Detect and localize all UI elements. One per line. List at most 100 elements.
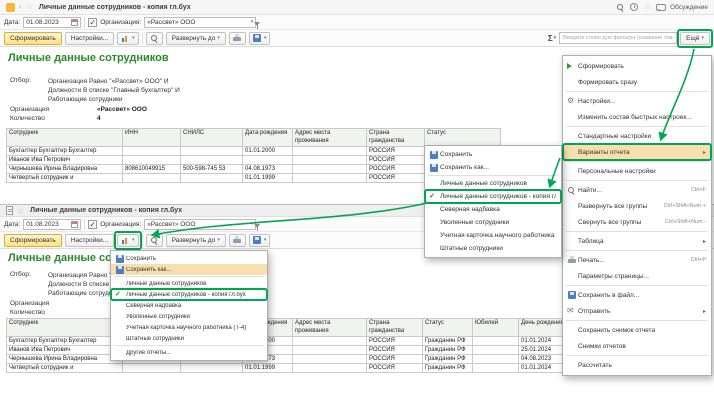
table-cell[interactable]: [473, 346, 519, 355]
table-cell[interactable]: РОССИЯ: [367, 346, 423, 355]
expand-to-button[interactable]: Развернуть до ▾: [166, 32, 226, 45]
submenu-item-variant-dismissed[interactable]: Уволенные сотрудники: [425, 216, 561, 229]
save-export-button[interactable]: ▾: [249, 234, 271, 247]
favorites-icon[interactable]: ☆: [644, 3, 651, 11]
menu-item-variant-personal-data-copy[interactable]: ✓Личные данные сотрудников - копия гл.бу…: [111, 289, 267, 300]
menu-item-print[interactable]: Печать...Ctrl+P: [563, 252, 711, 268]
menu-item-edit-quick-settings[interactable]: Изменить состав быстрых настроек...: [563, 109, 711, 125]
table-cell[interactable]: [123, 156, 181, 165]
menu-item-page-setup[interactable]: Параметры страницы...: [563, 268, 711, 284]
table-cell[interactable]: Бухгалтер Бухгалтер Бухгалтер: [7, 337, 123, 346]
org-select[interactable]: «Рассвет» ООО ▾: [144, 17, 256, 28]
table-cell[interactable]: Гражданин РФ: [423, 346, 473, 355]
filter-funnel-icon[interactable]: [253, 21, 262, 30]
menu-item-report-variants[interactable]: Варианты отчета▸: [563, 144, 711, 160]
menu-item-save-report-snapshot[interactable]: Сохранить снимок отчета: [563, 322, 711, 338]
calendar-icon[interactable]: [71, 19, 78, 26]
table-cell[interactable]: 500-598-745 53: [181, 165, 243, 174]
table-cell[interactable]: [123, 364, 181, 373]
quick-filter-input[interactable]: [559, 32, 677, 44]
menu-item-personal-settings[interactable]: Персональные настройки: [563, 163, 711, 179]
menu-item-send[interactable]: ✉Отправить▸: [563, 303, 711, 319]
table-cell[interactable]: 01.01.1999: [243, 364, 293, 373]
search-button[interactable]: [146, 32, 163, 45]
menu-item-variant-northern-bonus[interactable]: Северная надбавка: [111, 300, 267, 311]
report-variants-button[interactable]: ▾: [117, 234, 139, 247]
filter-funnel-icon[interactable]: [253, 223, 262, 232]
history-icon[interactable]: [630, 3, 639, 12]
submenu-item-variant-personal-data-copy[interactable]: ✓Личные данные сотрудников - копия гл.бу…: [425, 190, 561, 203]
favorite-star-icon[interactable]: ☆: [26, 3, 33, 11]
table-cell[interactable]: [243, 156, 293, 165]
generate-button[interactable]: Сформировать: [4, 234, 62, 247]
menu-item-generate-immediately[interactable]: Формировать сразу: [563, 74, 711, 90]
table-cell[interactable]: 01.01.1999: [243, 174, 293, 183]
menu-item-save[interactable]: Сохранить: [111, 253, 267, 264]
table-cell[interactable]: 01.01.2000: [243, 147, 293, 156]
table-cell[interactable]: Гражданин РФ: [423, 364, 473, 373]
date-input[interactable]: 01.08.2023: [23, 219, 81, 230]
menu-item-expand-all-groups[interactable]: Развернуть все группыCtrl+Shift+Num +: [563, 198, 711, 214]
org-checkbox[interactable]: ✓: [88, 220, 97, 229]
more-button[interactable]: Ещё ▾: [680, 32, 710, 45]
settings-button[interactable]: Настройки...: [65, 234, 114, 247]
table-cell[interactable]: [473, 355, 519, 364]
submenu-item-variant-t4-card[interactable]: Учетная карточка научного работника (Т-4…: [425, 229, 561, 242]
table-cell[interactable]: [473, 364, 519, 373]
table-cell[interactable]: Гражданин РФ: [423, 337, 473, 346]
submenu-item-variant-staff[interactable]: Штатные сотрудники: [425, 242, 561, 255]
table-cell[interactable]: [293, 346, 367, 355]
menu-item-variant-dismissed[interactable]: Уволенные сотрудники: [111, 311, 267, 322]
menu-item-collapse-all-groups[interactable]: Свернуть все группыCtrl+Shift+Num -: [563, 214, 711, 230]
menu-item-other-reports[interactable]: Другие отчеты...: [111, 347, 267, 358]
menu-item-variant-personal-data[interactable]: Личные данные сотрудников: [111, 278, 267, 289]
sum-button[interactable]: Σ▾: [548, 34, 556, 43]
search-button[interactable]: [146, 234, 163, 247]
table-cell[interactable]: 808610049915: [123, 165, 181, 174]
table-cell[interactable]: РОССИЯ: [367, 337, 423, 346]
favorite-star-icon[interactable]: ☆: [17, 207, 24, 215]
menu-item-settings[interactable]: ⚙Настройки...: [563, 93, 711, 109]
table-cell[interactable]: [181, 364, 243, 373]
table-cell[interactable]: [293, 156, 367, 165]
print-button[interactable]: [229, 234, 246, 247]
discussion-label[interactable]: Обсуждение: [670, 4, 708, 11]
table-cell[interactable]: РОССИЯ: [367, 165, 425, 174]
table-cell[interactable]: РОССИЯ: [367, 355, 423, 364]
table-cell[interactable]: Четвертый сотрудник и: [7, 364, 123, 373]
date-input[interactable]: 01.08.2023: [23, 17, 81, 28]
settings-button[interactable]: Настройки...: [65, 32, 114, 45]
menu-item-report-snapshots[interactable]: Снимки отчетов: [563, 338, 711, 354]
menu-item-variant-staff[interactable]: Штатные сотрудники: [111, 333, 267, 344]
table-cell[interactable]: 04.08.1973: [243, 165, 293, 174]
calendar-icon[interactable]: [71, 221, 78, 228]
table-cell[interactable]: РОССИЯ: [367, 156, 425, 165]
report-variants-button[interactable]: ▾: [117, 32, 139, 45]
table-cell[interactable]: Четвертый сотрудник и: [7, 174, 123, 183]
table-cell[interactable]: Бухгалтер Бухгалтер Бухгалтер: [7, 147, 123, 156]
table-cell[interactable]: [293, 147, 367, 156]
table-cell[interactable]: [181, 147, 243, 156]
table-cell[interactable]: [293, 174, 367, 183]
table-cell[interactable]: Чернышева Ирина Владировна: [7, 355, 123, 364]
menu-item-variant-t4-card[interactable]: Учетная карточка научного работника (Т-4…: [111, 322, 267, 333]
table-cell[interactable]: [293, 364, 367, 373]
menu-item-generate[interactable]: Сформировать: [563, 58, 711, 74]
submenu-item-save-as[interactable]: Сохранить как...: [425, 161, 561, 174]
table-cell[interactable]: РОССИЯ: [367, 147, 425, 156]
expand-to-button[interactable]: Развернуть до ▾: [166, 234, 226, 247]
menu-item-calculate[interactable]: Рассчитать: [563, 357, 711, 373]
table-cell[interactable]: Гражданин РФ: [423, 355, 473, 364]
table-cell[interactable]: Иванов Ива Петрович: [7, 156, 123, 165]
discussion-icon[interactable]: [656, 3, 665, 12]
submenu-item-variant-northern-bonus[interactable]: Северная надбавка: [425, 203, 561, 216]
table-cell[interactable]: [293, 355, 367, 364]
menu-item-standard-settings[interactable]: Стандартные настройки: [563, 128, 711, 144]
table-cell[interactable]: [123, 147, 181, 156]
org-select[interactable]: «Рассвет» ООО ▾: [144, 219, 256, 230]
submenu-item-variant-personal-data[interactable]: Личные данные сотрудников: [425, 177, 561, 190]
menu-item-save-to-file[interactable]: Сохранить в файл...: [563, 287, 711, 303]
back-icon[interactable]: ‹: [19, 3, 22, 11]
table-cell[interactable]: [181, 174, 243, 183]
app-logo-icon[interactable]: [6, 3, 15, 12]
